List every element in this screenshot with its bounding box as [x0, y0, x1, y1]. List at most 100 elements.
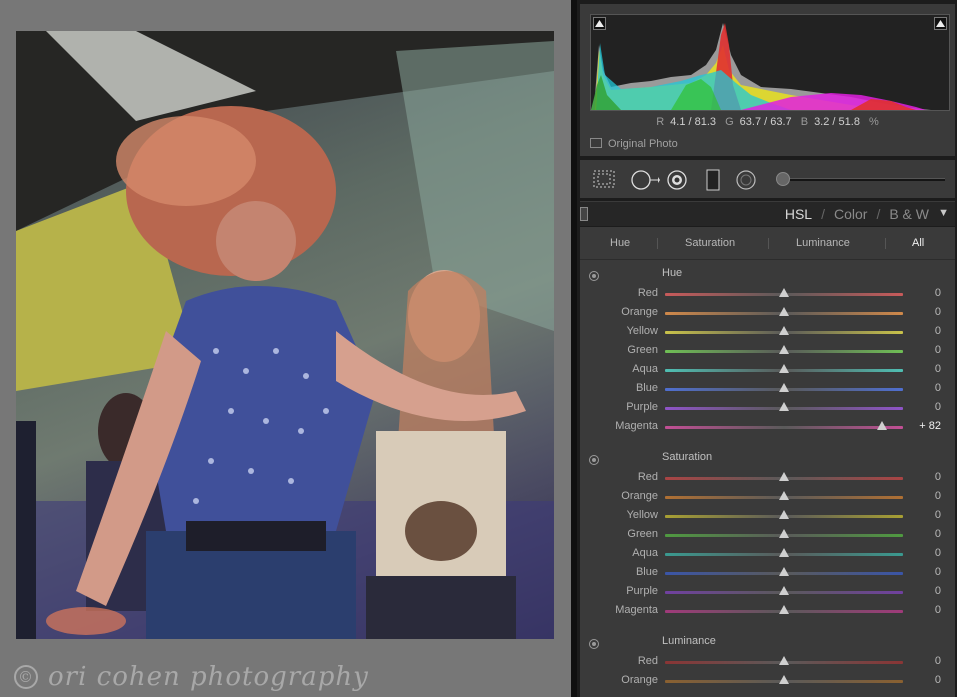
slider-label: Magenta: [615, 420, 658, 432]
slider-value[interactable]: 0: [935, 382, 941, 394]
slider-thumb[interactable]: [779, 605, 789, 614]
slider-thumb[interactable]: [779, 345, 789, 354]
hue-magenta-slider[interactable]: [665, 426, 903, 429]
slider-thumb[interactable]: [779, 307, 789, 316]
slider-thumb[interactable]: [779, 656, 789, 665]
adjustment-brush-icon[interactable]: [776, 172, 790, 186]
panel-switch-icon[interactable]: [580, 207, 588, 221]
tab-saturation[interactable]: Saturation: [685, 237, 735, 249]
histogram[interactable]: [590, 14, 950, 111]
slider-label: Purple: [626, 401, 658, 413]
histogram-graph: [591, 23, 931, 110]
saturation-row-aqua: Aqua 0: [580, 544, 955, 563]
hue-row-purple: Purple 0: [580, 398, 955, 417]
section-title-luminance: Luminance: [662, 635, 716, 647]
saturation-row-purple: Purple 0: [580, 582, 955, 601]
slider-label: Orange: [621, 306, 658, 318]
title-separator: /: [876, 206, 881, 222]
title-separator: /: [821, 206, 825, 222]
slider-value[interactable]: 0: [935, 363, 941, 375]
b-value: 3.2 / 51.8: [814, 116, 860, 128]
hsl-title[interactable]: HSL: [785, 206, 812, 222]
slider-value[interactable]: 0: [935, 528, 941, 540]
slider-thumb[interactable]: [876, 421, 887, 430]
radial-filter-icon[interactable]: [735, 169, 757, 196]
hsl-panel-header[interactable]: HSL / Color / B & W ▼: [580, 201, 955, 226]
slider-value[interactable]: 0: [935, 604, 941, 616]
slider-value[interactable]: 0: [935, 325, 941, 337]
slider-value[interactable]: + 82: [919, 420, 941, 432]
slider-thumb[interactable]: [779, 529, 789, 538]
bw-title[interactable]: B & W: [889, 206, 929, 222]
slider-label: Red: [637, 471, 658, 483]
targeted-adjustment-luminance-icon[interactable]: [589, 639, 599, 649]
hue-row-green: Green 0: [580, 341, 955, 360]
tab-hue[interactable]: Hue: [610, 237, 630, 249]
hsl-panel: Hue Saturation Luminance All Hue Red 0 Oran…: [580, 227, 955, 697]
slider-label: Red: [637, 655, 658, 667]
slider-label: Orange: [621, 490, 658, 502]
saturation-row-orange: Orange 0: [580, 487, 955, 506]
luminance-row-red: Red 0: [580, 652, 955, 671]
slider-value[interactable]: 0: [935, 401, 941, 413]
spot-removal-icon[interactable]: [630, 169, 660, 196]
hue-row-magenta: Magenta + 82: [580, 417, 955, 436]
slider-label: Magenta: [615, 604, 658, 616]
hue-row-aqua: Aqua 0: [580, 360, 955, 379]
slider-value[interactable]: 0: [935, 655, 941, 667]
slider-value[interactable]: 0: [935, 509, 941, 521]
color-title[interactable]: Color: [834, 206, 867, 222]
slider-value[interactable]: 0: [935, 287, 941, 299]
crop-overlay-icon[interactable]: [592, 169, 616, 194]
b-label: B: [800, 116, 809, 128]
slider-thumb[interactable]: [779, 364, 789, 373]
red-eye-icon[interactable]: [666, 169, 688, 196]
brush-slider-track[interactable]: [780, 178, 945, 181]
slider-thumb[interactable]: [779, 491, 789, 500]
slider-label: Green: [627, 344, 658, 356]
slider-thumb[interactable]: [779, 326, 789, 335]
graduated-filter-icon[interactable]: [705, 169, 721, 196]
targeted-adjustment-hue-icon[interactable]: [589, 271, 599, 281]
slider-thumb[interactable]: [779, 548, 789, 557]
photo[interactable]: [16, 31, 554, 639]
slider-value[interactable]: 0: [935, 344, 941, 356]
photo-illustration: [16, 31, 554, 639]
tab-all[interactable]: All: [912, 237, 924, 249]
slider-value[interactable]: 0: [935, 566, 941, 578]
slider-value[interactable]: 0: [935, 674, 941, 686]
original-photo-label: Original Photo: [608, 138, 678, 150]
slider-value[interactable]: 0: [935, 306, 941, 318]
r-value: 4.1 / 81.3: [670, 116, 717, 128]
slider-label: Purple: [626, 585, 658, 597]
slider-thumb[interactable]: [779, 586, 789, 595]
slider-label: Yellow: [626, 509, 658, 521]
slider-value[interactable]: 0: [935, 471, 941, 483]
slider-value[interactable]: 0: [935, 490, 941, 502]
hue-row-blue: Blue 0: [580, 379, 955, 398]
slider-thumb[interactable]: [779, 567, 789, 576]
slider-label: Green: [627, 528, 658, 540]
slider-thumb[interactable]: [779, 383, 789, 392]
section-title-hue: Hue: [662, 267, 683, 279]
slider-thumb[interactable]: [779, 402, 789, 411]
slider-thumb[interactable]: [779, 510, 789, 519]
slider-label: Blue: [635, 382, 658, 394]
slider-thumb[interactable]: [779, 288, 789, 297]
original-photo-toggle[interactable]: Original Photo: [590, 138, 678, 150]
hue-row-yellow: Yellow 0: [580, 322, 955, 341]
tool-strip: [580, 160, 955, 198]
collapse-triangle-icon[interactable]: ▼: [938, 207, 949, 219]
checkbox[interactable]: [590, 138, 602, 148]
tab-separator: [768, 238, 769, 249]
saturation-row-blue: Blue 0: [580, 563, 955, 582]
slider-thumb[interactable]: [779, 472, 789, 481]
slider-thumb[interactable]: [779, 675, 789, 684]
tab-luminance[interactable]: Luminance: [796, 237, 850, 249]
right-panel: R 4.1 / 81.3 G 63.7 / 63.7 B 3.2 / 51.8 % O…: [577, 0, 957, 697]
targeted-adjustment-saturation-icon[interactable]: [589, 455, 599, 465]
saturation-row-yellow: Yellow 0: [580, 506, 955, 525]
slider-value[interactable]: 0: [935, 585, 941, 597]
slider-value[interactable]: 0: [935, 547, 941, 559]
image-canvas[interactable]: © ori cohen photography: [0, 0, 571, 697]
